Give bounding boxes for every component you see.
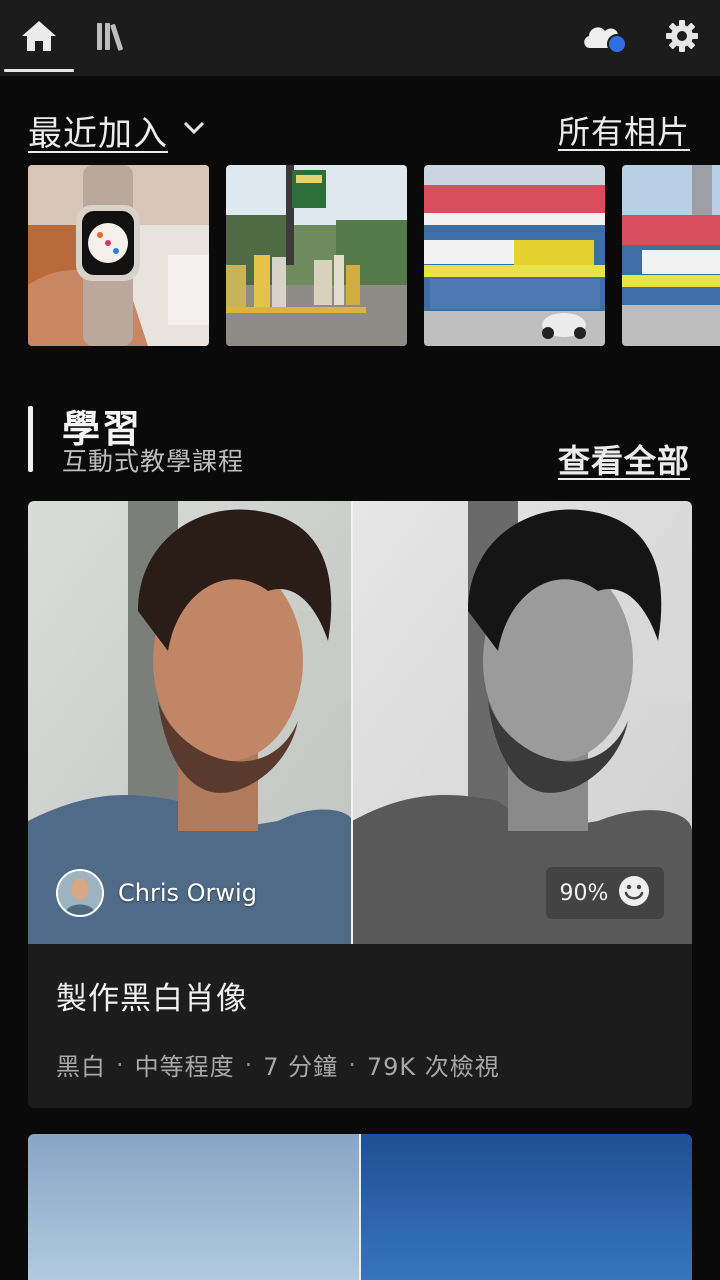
meta-separator: · xyxy=(116,1050,125,1079)
tutorial-rating-badge: 90% xyxy=(546,867,664,919)
tutorial-duration: 7 分鐘 xyxy=(263,1053,339,1081)
chevron-down-icon xyxy=(182,120,206,140)
tutorial-preview-image-next xyxy=(28,1134,692,1280)
photo-thumbnail-parking-gate[interactable] xyxy=(226,165,407,346)
all-photos-link[interactable]: 所有相片 xyxy=(558,108,690,152)
tutorial-level: 中等程度 xyxy=(134,1053,235,1081)
view-all-link[interactable]: 查看全部 xyxy=(558,436,690,482)
home-icon xyxy=(20,19,58,57)
cloud-sync-button[interactable] xyxy=(580,18,630,58)
gear-icon xyxy=(665,19,699,57)
photo-thumbnail-storefront-2[interactable] xyxy=(622,165,720,346)
tutorial-views: 79K 次檢視 xyxy=(366,1053,500,1081)
library-icon xyxy=(95,20,131,56)
tab-library[interactable] xyxy=(78,0,148,76)
smiley-face-icon xyxy=(618,875,650,911)
photo-thumbnail-watch[interactable] xyxy=(28,165,209,346)
tutorial-category: 黑白 xyxy=(56,1053,106,1081)
tutorial-title: 製作黑白肖像 xyxy=(56,981,248,1017)
section-accent-bar xyxy=(28,406,33,472)
tutorial-author: Chris Orwig xyxy=(56,869,257,917)
recent-photos-strip xyxy=(28,165,720,346)
meta-separator: · xyxy=(348,1050,357,1079)
author-name: Chris Orwig xyxy=(118,879,257,907)
tab-home[interactable] xyxy=(4,0,74,76)
cloud-icon xyxy=(580,27,630,62)
meta-separator: · xyxy=(244,1050,254,1079)
app-root: 最近加入 所有相片 學習 互動式教學課程 查看全部 Chris Orwig 90… xyxy=(0,0,720,1280)
tutorial-meta: 黑白 · 中等程度 · 7 分鐘 · 79K 次檢視 xyxy=(56,1047,500,1082)
avatar xyxy=(56,869,104,917)
settings-button[interactable] xyxy=(660,16,704,60)
learn-section-subtitle: 互動式教學課程 xyxy=(62,447,245,476)
tutorial-card-next[interactable] xyxy=(28,1134,692,1280)
tutorial-card[interactable]: Chris Orwig 90% 製作黑白肖像 黑白 · 中等程度 · 7 分鐘 … xyxy=(28,501,692,1108)
photo-thumbnail-storefront[interactable] xyxy=(424,165,605,346)
recent-title: 最近加入 xyxy=(28,113,168,154)
tab-selected-indicator xyxy=(4,69,74,72)
top-nav-bar xyxy=(0,0,720,76)
recent-dropdown[interactable]: 最近加入 xyxy=(28,108,206,154)
rating-value: 90% xyxy=(559,880,609,906)
